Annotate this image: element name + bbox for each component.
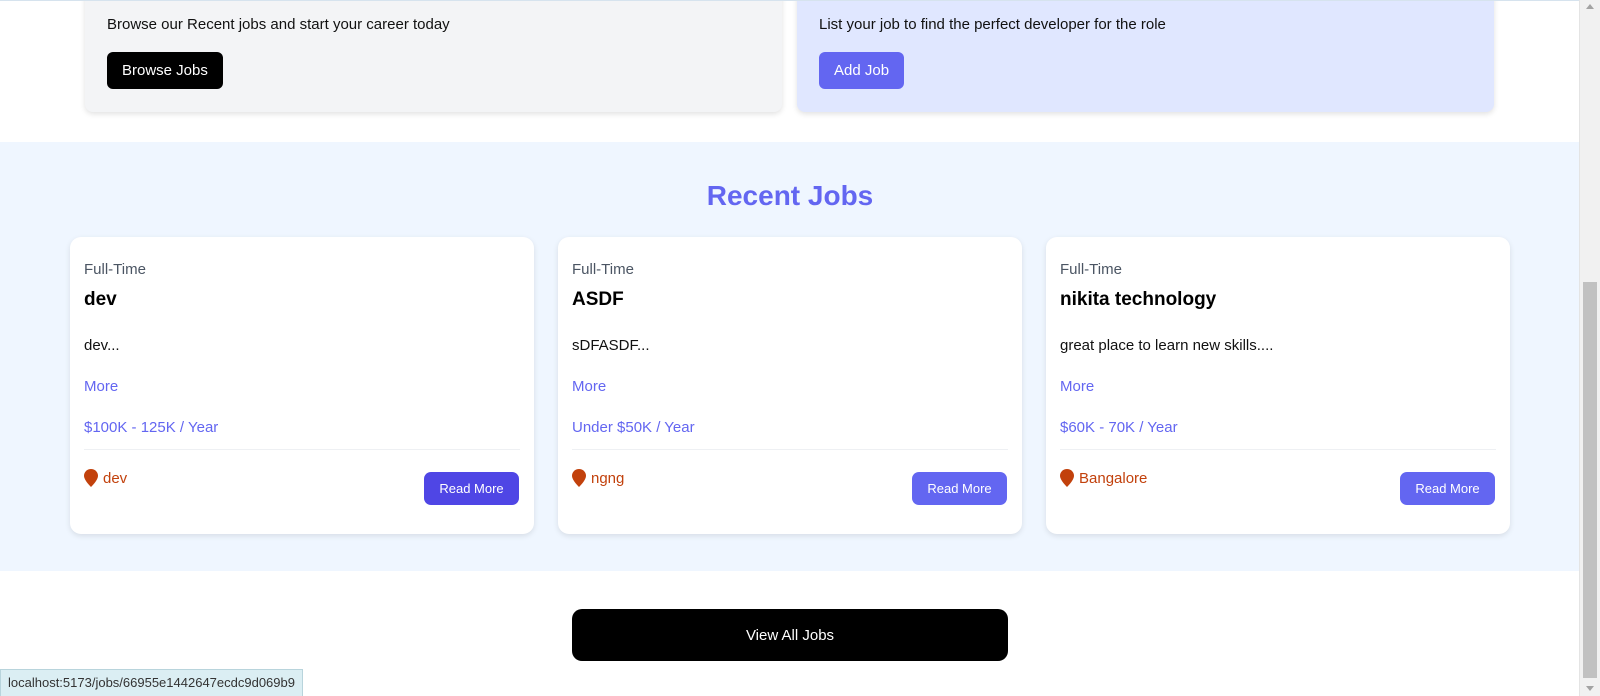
developers-text: Browse our Recent jobs and start your ca… [107, 16, 450, 33]
job-location: dev [84, 469, 127, 487]
recent-jobs-title: Recent Jobs [706, 180, 874, 211]
job-location-text: dev [103, 469, 128, 487]
job-title: ASDF [572, 289, 624, 310]
read-more-button[interactable]: Read More [912, 472, 1007, 505]
vertical-scrollbar[interactable] [1579, 0, 1600, 696]
job-card: Full-Time nikita technology great place … [1046, 237, 1510, 534]
card-divider [1060, 449, 1496, 450]
scroll-up-arrow-icon[interactable] [1586, 4, 1594, 9]
map-pin-icon [84, 469, 98, 487]
map-pin-icon [1060, 469, 1074, 487]
promo-section: Browse our Recent jobs and start your ca… [0, 0, 1580, 142]
developers-card: Browse our Recent jobs and start your ca… [85, 0, 782, 112]
scroll-down-arrow-icon[interactable] [1586, 686, 1594, 691]
job-salary: Under $50K / Year [572, 419, 695, 436]
employers-text: List your job to find the perfect develo… [819, 16, 1166, 33]
job-location: Bangalore [1060, 469, 1147, 487]
browser-viewport: Browse our Recent jobs and start your ca… [0, 0, 1600, 696]
read-more-button[interactable]: Read More [1400, 472, 1495, 505]
read-more-button[interactable]: Read More [424, 472, 519, 505]
recent-jobs-section: Recent Jobs Full-Time dev dev... More $1… [0, 142, 1580, 571]
job-description: sDFASDF... [572, 337, 650, 354]
job-type: Full-Time [1060, 261, 1122, 278]
job-location-text: Bangalore [1079, 469, 1148, 487]
scroll-thumb[interactable] [1583, 282, 1597, 678]
job-salary: $100K - 125K / Year [84, 419, 219, 436]
job-title: nikita technology [1060, 289, 1217, 310]
browse-jobs-button[interactable]: Browse Jobs [107, 52, 223, 89]
more-link[interactable]: More [572, 378, 606, 395]
job-card: Full-Time dev dev... More $100K - 125K /… [70, 237, 534, 534]
more-link[interactable]: More [84, 378, 118, 395]
job-title: dev [84, 289, 117, 310]
job-card: Full-Time ASDF sDFASDF... More Under $50… [558, 237, 1022, 534]
job-type: Full-Time [84, 261, 146, 278]
card-divider [84, 449, 520, 450]
job-type: Full-Time [572, 261, 634, 278]
employers-card: List your job to find the perfect develo… [797, 0, 1494, 112]
job-salary: $60K - 70K / Year [1060, 419, 1178, 436]
view-all-jobs-button[interactable]: View All Jobs [572, 609, 1008, 661]
job-description: dev... [84, 337, 120, 354]
job-location-text: ngng [591, 469, 625, 487]
job-location: ngng [572, 469, 624, 487]
status-bar-url: localhost:5173/jobs/66955e1442647ecdc9d0… [0, 669, 303, 696]
job-description: great place to learn new skills.... [1060, 337, 1274, 354]
add-job-button[interactable]: Add Job [819, 52, 905, 89]
more-link[interactable]: More [1060, 378, 1094, 395]
top-divider [0, 0, 1580, 1]
card-divider [572, 449, 1008, 450]
map-pin-icon [572, 469, 586, 487]
